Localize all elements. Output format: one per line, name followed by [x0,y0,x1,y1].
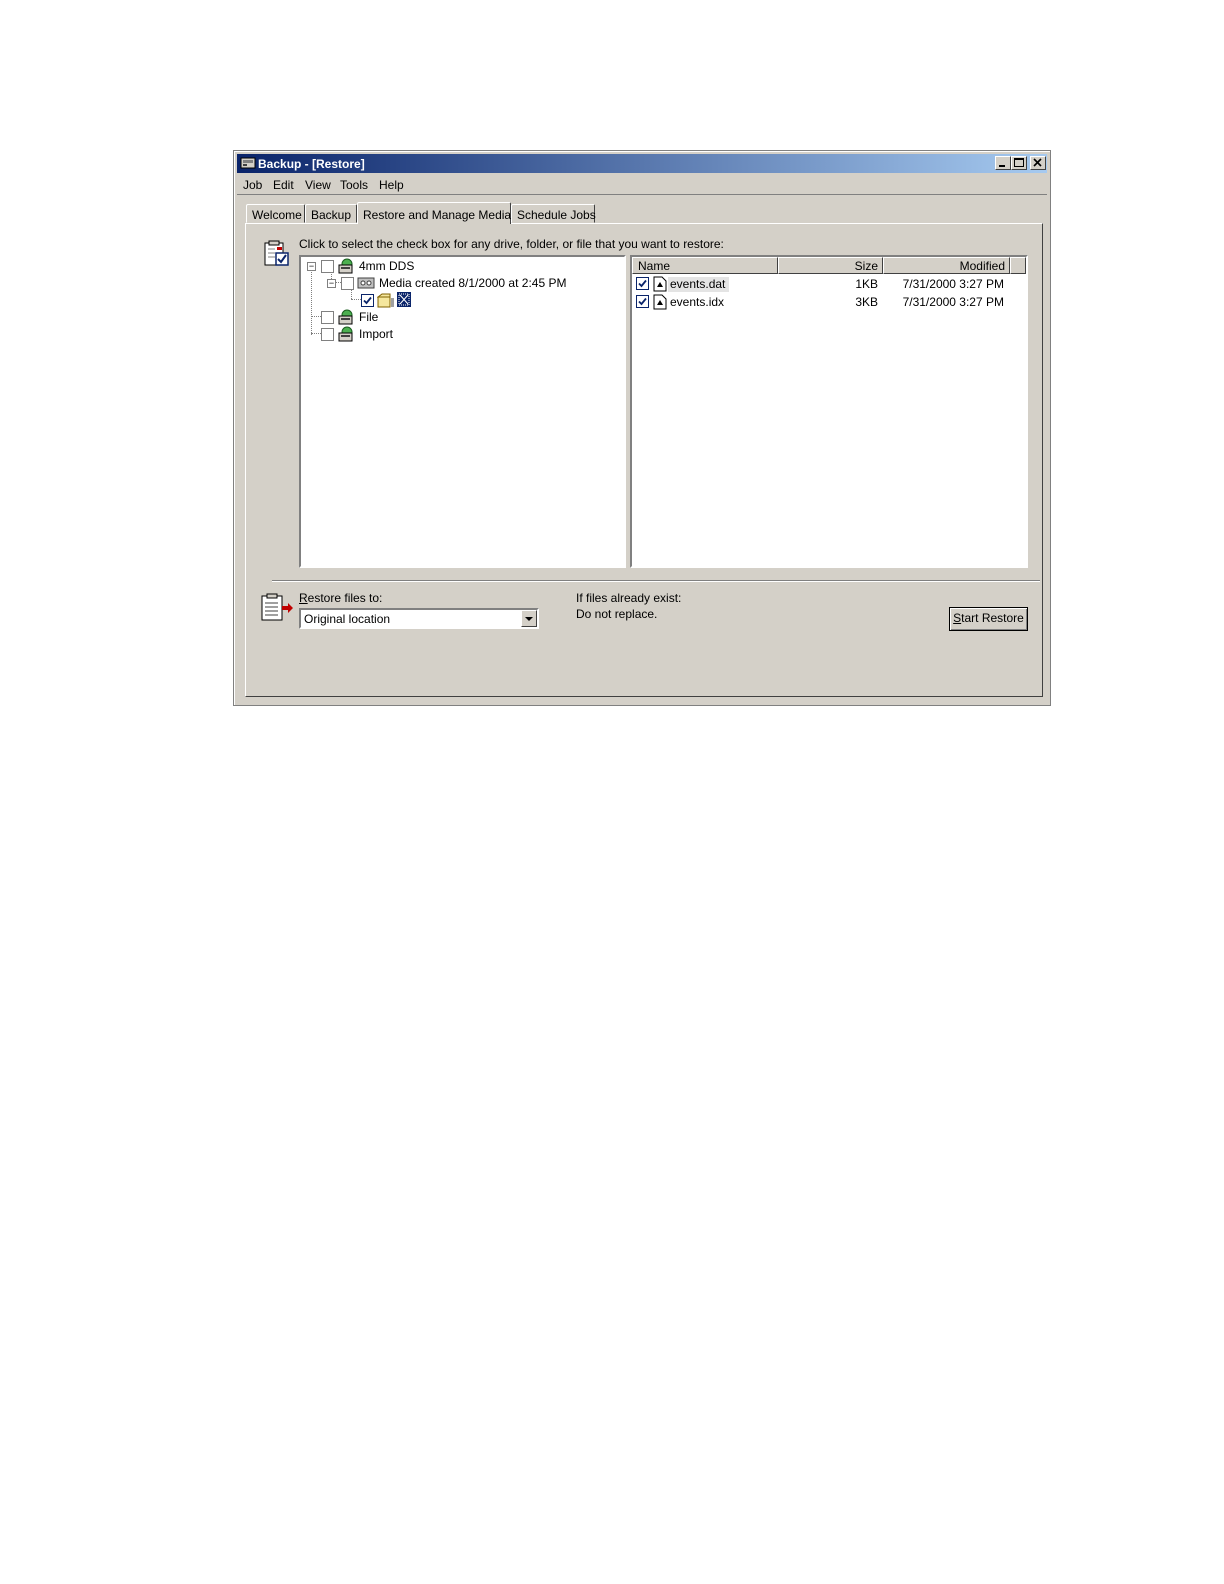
folder-icon [377,293,394,308]
document-icon [653,294,667,310]
check-icon [638,279,647,288]
file-list[interactable]: Name Size Modified events.dat 1KB 7/31/2… [630,255,1028,568]
file-size: 3KB [855,295,878,309]
tree-label-drive: 4mm DDS [359,259,415,273]
document-icon [653,276,667,292]
media-checkbox[interactable] [341,277,354,290]
tree-node-import[interactable]: Import [301,326,621,342]
window-title: Backup - [Restore] [258,157,365,171]
file-modified: 7/31/2000 3:27 PM [902,295,1004,309]
menu-job[interactable]: Job [243,178,262,192]
restore-to-label-text: estore files to: [307,591,383,605]
column-header-filler [1010,257,1026,274]
tab-welcome[interactable]: Welcome [246,204,305,223]
restore-location-select[interactable]: Original location [299,608,539,629]
start-restore-mnemonic: S [953,611,962,625]
existing-files-value[interactable]: Do not replace. [576,607,657,621]
instruction-text: Click to select the check box for any dr… [299,237,724,251]
close-icon [1033,158,1042,167]
column-header-name[interactable]: Name [632,257,778,274]
file-size: 1KB [855,277,878,291]
close-button[interactable] [1030,156,1046,170]
column-header-size[interactable]: Size [778,257,883,274]
collapse-toggle[interactable]: − [307,262,316,271]
selected-item-highlight [397,292,411,307]
tab-restore-label: Restore and Manage Media [363,208,512,222]
tree-node-media[interactable]: − Media created 8/1/2000 at 2:45 PM [301,275,621,291]
minimize-button[interactable] [995,156,1011,170]
folder-checkbox[interactable] [361,294,374,307]
restore-to-mnemonic: R [299,591,308,605]
file-modified: 7/31/2000 3:27 PM [902,277,1004,291]
tab-restore-manage-media[interactable]: Restore and Manage Media [357,202,511,224]
import-checkbox[interactable] [321,328,334,341]
restore-destination-icon [261,593,293,621]
menu-tools[interactable]: Tools [340,178,368,192]
file-checkbox[interactable] [321,311,334,324]
file-name: events.idx [670,295,725,309]
file-row[interactable]: events.idx 3KB 7/31/2000 3:27 PM [632,293,1026,311]
minimize-icon [999,165,1005,167]
file-row-checkbox[interactable] [636,277,649,290]
collapse-toggle[interactable]: − [327,279,336,288]
file-row-checkbox[interactable] [636,295,649,308]
menu-edit[interactable]: Edit [273,178,294,192]
import-media-icon [338,326,353,342]
backup-app-icon [240,157,256,169]
title-bar[interactable]: Backup - [Restore] [237,154,1047,173]
menu-bar: Job Edit View Tools Help [237,176,1047,195]
file-row[interactable]: events.dat 1KB 7/31/2000 3:27 PM [632,275,1026,293]
tab-welcome-label: Welcome [252,208,302,222]
backup-tree[interactable]: − 4mm DDS − Media created 8/1/2000 at 2:… [299,255,626,568]
dropdown-button[interactable] [521,610,537,627]
tree-node-folder[interactable] [301,292,621,308]
maximize-icon [1014,158,1024,167]
restore-checklist-icon [264,240,289,266]
tree-node-file[interactable]: File [301,309,621,325]
tree-label-import: Import [359,327,394,341]
column-header-modified[interactable]: Modified [883,257,1010,274]
chevron-down-icon [525,617,533,621]
start-restore-button[interactable]: Start Restore [949,607,1028,631]
section-divider [272,580,1040,582]
check-icon [363,296,372,305]
restore-panel: Click to select the check box for any dr… [245,223,1043,697]
check-icon [638,297,647,306]
menu-view[interactable]: View [305,178,331,192]
restore-to-label: Restore files to: [299,591,382,605]
tab-schedule-label: Schedule Jobs [517,208,596,222]
tree-label-media: Media created 8/1/2000 at 2:45 PM [379,276,567,290]
tape-media-icon [357,277,375,289]
tab-backup[interactable]: Backup [305,204,357,223]
tab-backup-label: Backup [311,208,352,222]
restore-location-value: Original location [304,612,391,626]
drive-checkbox[interactable] [321,260,334,273]
tree-label-file: File [359,310,379,324]
tree-node-drive[interactable]: − 4mm DDS [301,258,621,274]
file-media-icon [338,309,353,325]
unknown-item-icon [398,293,410,306]
tab-schedule-jobs[interactable]: Schedule Jobs [511,204,596,223]
backup-window: Backup - [Restore] Job Edit View Tools H… [233,150,1051,706]
start-restore-label: tart Restore [961,611,1024,625]
existing-files-label: If files already exist: [576,591,682,605]
maximize-button[interactable] [1011,156,1027,170]
menu-help[interactable]: Help [379,178,404,192]
tape-drive-icon [338,258,353,274]
file-name: events.dat [668,277,730,292]
